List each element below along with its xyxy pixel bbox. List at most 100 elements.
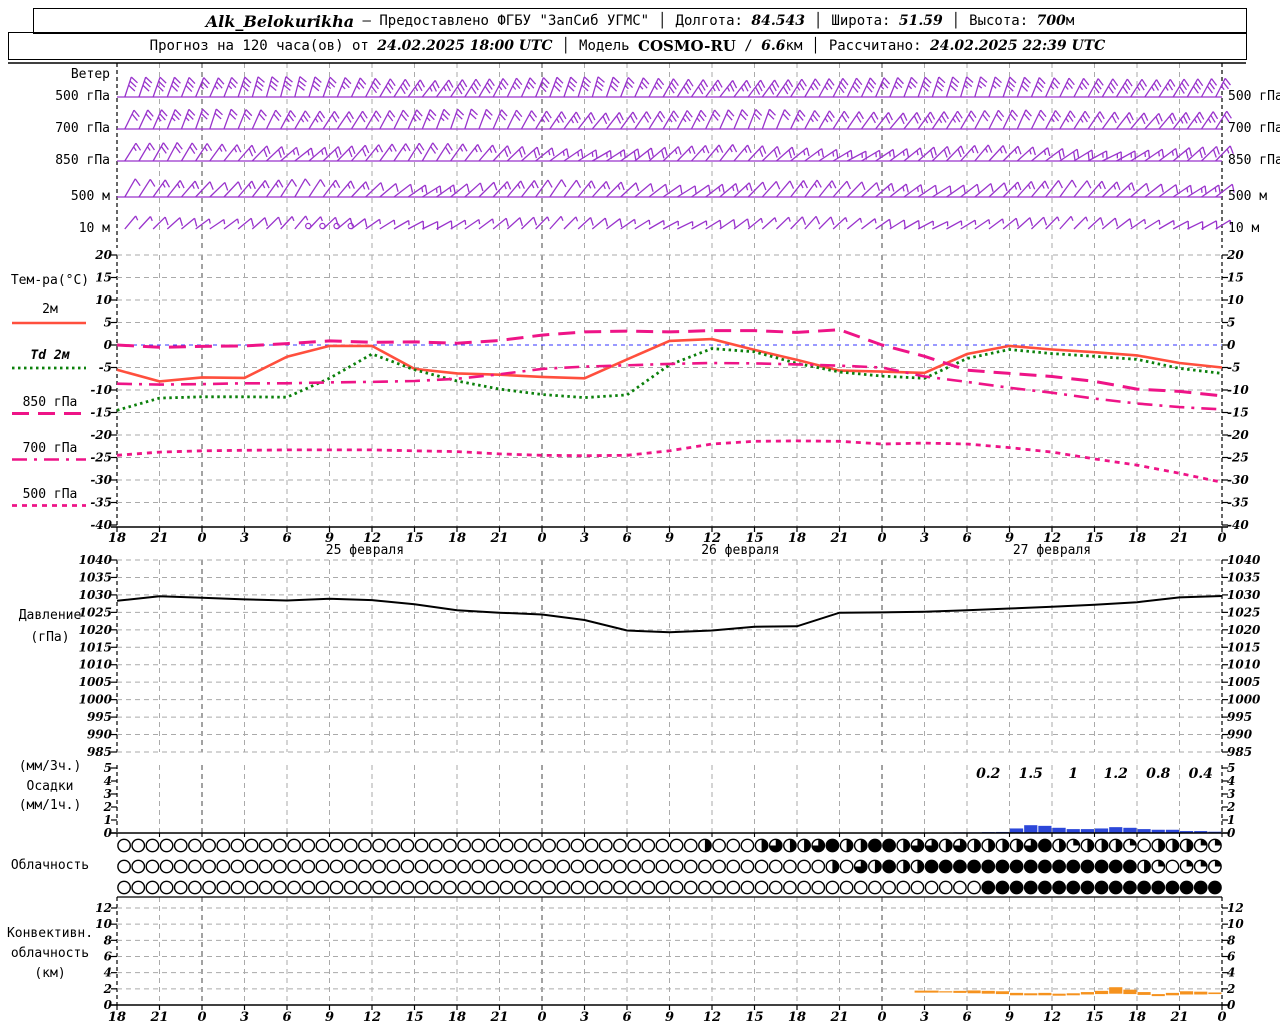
svg-text:-20: -20 <box>90 428 112 442</box>
svg-text:5: 5 <box>1227 761 1235 775</box>
date-label: 27 февраля <box>1013 543 1091 558</box>
svg-text:6: 6 <box>962 1010 971 1024</box>
svg-text:985: 985 <box>1227 745 1252 759</box>
header-segment: Рассчитано: <box>828 38 930 54</box>
svg-text:21: 21 <box>149 531 168 546</box>
header-segment: Высота: <box>969 13 1037 29</box>
svg-text:12: 12 <box>1043 1010 1061 1024</box>
svg-text:21: 21 <box>829 531 848 546</box>
svg-text:0: 0 <box>537 531 546 546</box>
svg-text:9: 9 <box>325 1010 334 1024</box>
cloudiness-panel <box>117 838 1222 895</box>
svg-text:2: 2 <box>103 800 112 814</box>
svg-text:12: 12 <box>363 1010 381 1024</box>
svg-text:15: 15 <box>1085 1010 1103 1024</box>
temp-legend-500hpa: 500 гПа <box>22 487 78 502</box>
svg-text:6: 6 <box>104 950 113 964</box>
header-segment: 51.59 <box>898 13 943 29</box>
svg-text:-35: -35 <box>1227 496 1249 510</box>
convective-panel-title-2: облачность <box>10 946 90 961</box>
svg-text:18: 18 <box>1128 1010 1146 1024</box>
svg-text:-40: -40 <box>1227 518 1249 532</box>
svg-text:0: 0 <box>877 1010 886 1024</box>
svg-text:3: 3 <box>580 531 589 546</box>
temp-legend-850hpa: 850 гПа <box>22 395 78 410</box>
svg-text:15: 15 <box>405 531 423 546</box>
precip-panel-title: Осадки <box>26 779 74 794</box>
svg-text:1030: 1030 <box>1227 588 1261 602</box>
svg-text:-25: -25 <box>1227 451 1249 465</box>
svg-text:1000: 1000 <box>79 693 113 707</box>
svg-text:9: 9 <box>665 1010 674 1024</box>
meteogram-page: 0.2 1.5 1 1.2 0.8 0.4 20 20 15 15 10 10 5 5 0 0 -5 -5 -10-… <box>0 0 1280 1024</box>
svg-text:3: 3 <box>240 531 249 546</box>
header-segment: км <box>785 38 803 54</box>
header-segment: Модель <box>579 38 639 54</box>
svg-text:1005: 1005 <box>79 675 112 689</box>
svg-text:3: 3 <box>580 1010 589 1024</box>
svg-text:6: 6 <box>282 1010 291 1024</box>
x-axis-labels: 18 21 0 3 6 9 12 15 18 21 0 3 6 9 12 15 18 21 0 3 6 9 12 15 18 21… <box>108 531 1227 1024</box>
header-segment: │ <box>951 13 961 29</box>
wind-level-label-700hpa-right: 700 гПа <box>1228 121 1280 136</box>
svg-text:4: 4 <box>1227 774 1235 788</box>
header-segment: 700 <box>1036 13 1066 29</box>
header-line-1: Alk_Belokurikha — Предоставлено ФГБУ "За… <box>33 8 1247 34</box>
svg-text:0: 0 <box>877 531 886 546</box>
svg-text:18: 18 <box>108 1010 126 1024</box>
svg-text:21: 21 <box>829 1010 848 1024</box>
svg-text:3: 3 <box>104 787 112 801</box>
svg-text:1000: 1000 <box>1227 693 1261 707</box>
svg-text:4: 4 <box>104 774 112 788</box>
svg-text:6: 6 <box>622 531 631 546</box>
svg-text:10: 10 <box>1227 917 1244 931</box>
svg-text:3: 3 <box>920 531 929 546</box>
svg-text:995: 995 <box>87 710 112 724</box>
svg-text:0: 0 <box>537 1010 546 1024</box>
svg-text:12: 12 <box>95 901 112 915</box>
header-segment: 84.543 <box>751 13 805 29</box>
svg-text:1015: 1015 <box>1227 640 1260 654</box>
svg-text:15: 15 <box>1227 271 1244 285</box>
svg-text:18: 18 <box>788 531 806 546</box>
svg-text:5: 5 <box>104 761 112 775</box>
precip-unit-1h: (мм/1ч.) <box>18 798 82 813</box>
precip-3h-amount: 1 <box>1068 766 1078 782</box>
svg-text:1: 1 <box>104 813 112 827</box>
svg-text:21: 21 <box>1169 531 1188 546</box>
svg-text:18: 18 <box>448 531 466 546</box>
precip-3h-amount: 1.2 <box>1104 766 1129 782</box>
header-segment: │ <box>561 38 571 54</box>
convective-panel-unit: (км) <box>34 966 66 981</box>
svg-text:2: 2 <box>1226 982 1235 996</box>
precip-unit-3h: (мм/3ч.) <box>18 759 82 774</box>
header-segment: 24.02.2025 22:39 UTC <box>929 38 1106 54</box>
header-segment: │ <box>813 13 823 29</box>
svg-text:21: 21 <box>149 1010 168 1024</box>
svg-text:-5: -5 <box>99 361 112 375</box>
svg-text:1040: 1040 <box>1227 553 1261 567</box>
header-segment: │ <box>658 13 667 29</box>
date-label: 25 февраля <box>326 543 404 558</box>
svg-text:-30: -30 <box>1227 473 1249 487</box>
svg-text:0: 0 <box>197 1010 206 1024</box>
temp-legend-700hpa: 700 гПа <box>22 441 78 456</box>
svg-text:1020: 1020 <box>1227 623 1261 637</box>
wind-panel-title: Ветер <box>70 67 110 82</box>
svg-text:3: 3 <box>920 1010 929 1024</box>
svg-text:1010: 1010 <box>1227 658 1261 672</box>
svg-text:6: 6 <box>1227 950 1236 964</box>
svg-text:21: 21 <box>489 1010 508 1024</box>
pressure-panel-title: Давление <box>18 608 82 623</box>
wind-level-label-700hpa: 700 гПа <box>55 121 110 136</box>
header-segment: Широта: <box>831 13 899 29</box>
svg-text:0: 0 <box>104 338 113 352</box>
header-segment: Alk_Belokurikha <box>205 11 355 31</box>
svg-text:995: 995 <box>1227 710 1252 724</box>
svg-text:0: 0 <box>197 531 206 546</box>
header-segment: COSMO-RU <box>638 37 736 55</box>
svg-text:3: 3 <box>240 1010 249 1024</box>
precipitation-panel: 0.2 1.5 1 1.2 0.8 0.4 <box>953 766 1222 833</box>
svg-text:990: 990 <box>1227 728 1253 742</box>
header-segment: Долгота: <box>675 13 752 29</box>
